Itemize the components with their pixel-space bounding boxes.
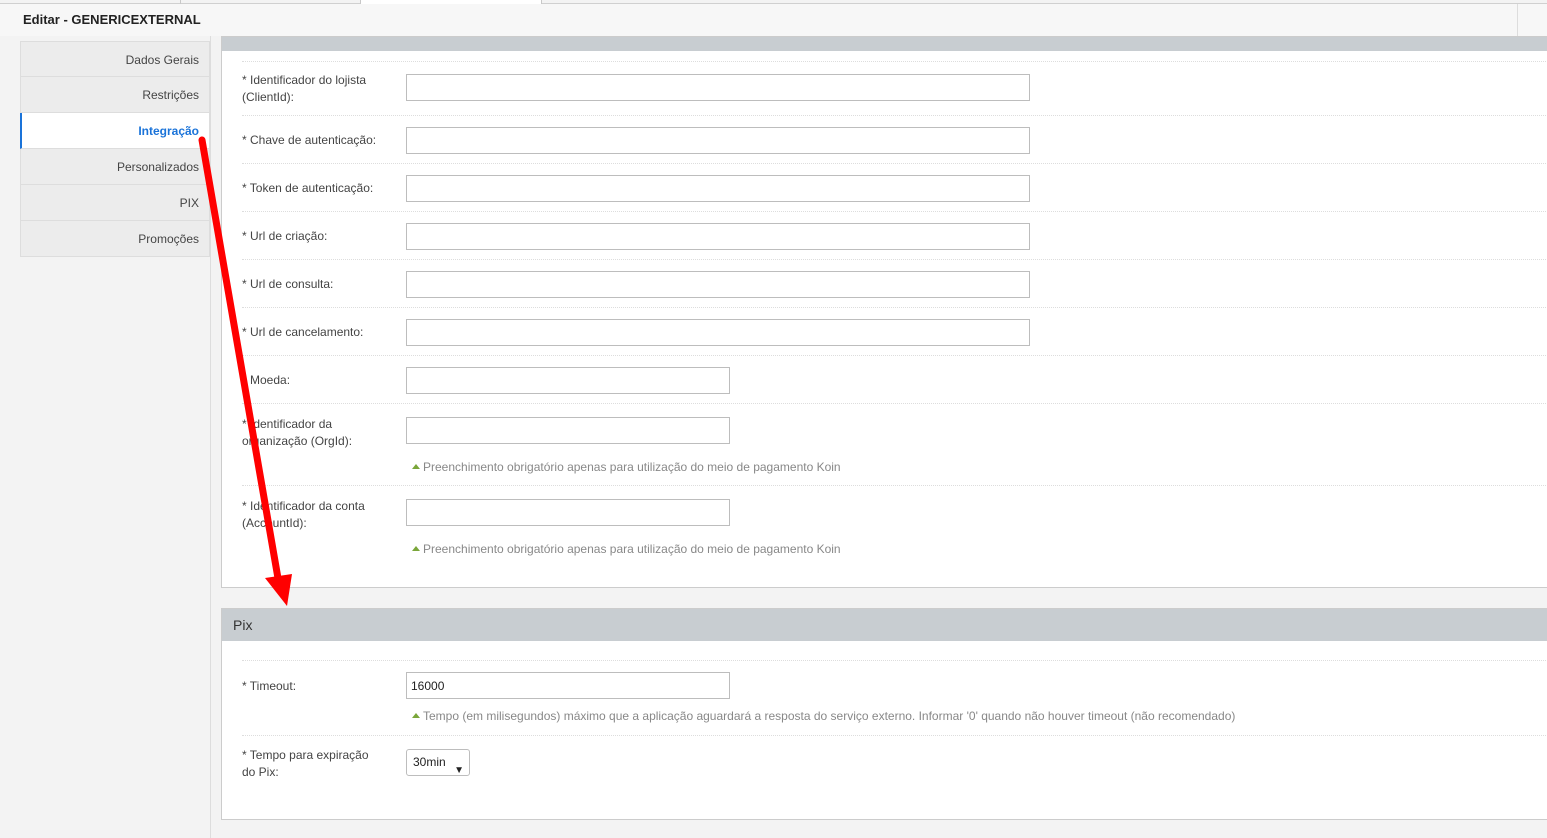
- form-row-currency: * Moeda:: [242, 355, 1547, 403]
- form-row-create-url: * Url de criação:: [242, 211, 1547, 259]
- expiration-select-value: 30min: [413, 755, 446, 769]
- pix-panel: Pix * Timeout: Tempo (em milisegundos) m…: [221, 608, 1547, 820]
- org-id-hint: Preenchimento obrigatório apenas para ut…: [412, 460, 841, 474]
- caret-up-icon: [412, 713, 420, 718]
- currency-input[interactable]: [406, 367, 730, 394]
- sidebar-divider: [210, 36, 211, 838]
- cancel-url-input[interactable]: [406, 319, 1030, 346]
- auth-token-label: * Token de autenticação:: [242, 181, 374, 195]
- form-row-auth-key: * Chave de autenticação:: [242, 115, 1547, 163]
- form-row-query-url: * Url de consulta:: [242, 259, 1547, 307]
- sidebar-item-restricoes[interactable]: Restrições: [20, 77, 210, 113]
- caret-up-icon: [412, 464, 420, 469]
- sidebar-item-personalizados[interactable]: Personalizados: [20, 149, 210, 185]
- account-id-hint-text: Preenchimento obrigatório apenas para ut…: [423, 542, 841, 556]
- cancel-url-label: * Url de cancelamento:: [242, 325, 364, 339]
- account-id-hint: Preenchimento obrigatório apenas para ut…: [412, 542, 841, 556]
- form-row-client-id: * Identificador do lojista (ClientId):: [242, 61, 1547, 115]
- org-id-label: * Identificador da organização (OrgId):: [242, 417, 353, 448]
- pix-panel-title: Pix: [222, 609, 1547, 641]
- caret-up-icon: [412, 546, 420, 551]
- form-row-auth-token: * Token de autenticação:: [242, 163, 1547, 211]
- expiration-select[interactable]: 30min ▼: [406, 749, 470, 776]
- timeout-hint: Tempo (em milisegundos) máximo que a apl…: [412, 709, 1235, 723]
- currency-label: * Moeda:: [242, 373, 291, 387]
- org-id-input[interactable]: [406, 417, 730, 444]
- timeout-input[interactable]: [406, 672, 730, 699]
- query-url-input[interactable]: [406, 271, 1030, 298]
- form-row-account-id: * Identificador da conta (AccountId): Pr…: [242, 485, 1547, 567]
- create-url-input[interactable]: [406, 223, 1030, 250]
- auth-key-label: * Chave de autenticação:: [242, 133, 377, 147]
- header-divider: [1517, 4, 1518, 36]
- form-row-cancel-url: * Url de cancelamento:: [242, 307, 1547, 355]
- integration-panel-header: [222, 37, 1547, 51]
- sidebar-item-pix[interactable]: PIX: [20, 185, 210, 221]
- chevron-down-icon: ▼: [454, 765, 464, 776]
- account-id-label: * Identificador da conta (AccountId):: [242, 499, 365, 530]
- page-title: Editar - GENERICEXTERNAL: [23, 12, 201, 27]
- create-url-label: * Url de criação:: [242, 229, 328, 243]
- timeout-label: * Timeout:: [242, 679, 297, 693]
- sidebar-item-promocoes[interactable]: Promoções: [20, 221, 210, 257]
- form-row-org-id: * Identificador da organização (OrgId): …: [242, 403, 1547, 485]
- timeout-hint-text: Tempo (em milisegundos) máximo que a apl…: [423, 709, 1236, 723]
- org-id-hint-text: Preenchimento obrigatório apenas para ut…: [423, 460, 841, 474]
- account-id-input[interactable]: [406, 499, 730, 526]
- sidebar-item-integracao[interactable]: Integração: [20, 113, 210, 149]
- form-row-expiration: * Tempo para expiração do Pix: 30min ▼: [242, 735, 1547, 795]
- integration-panel: * Identificador do lojista (ClientId): *…: [221, 36, 1547, 588]
- client-id-input[interactable]: [406, 74, 1030, 101]
- page-header: Editar - GENERICEXTERNAL: [0, 4, 1547, 36]
- sidebar-item-dados-gerais[interactable]: Dados Gerais: [20, 41, 210, 77]
- form-row-timeout: * Timeout: Tempo (em milisegundos) máxim…: [242, 660, 1547, 735]
- query-url-label: * Url de consulta:: [242, 277, 334, 291]
- client-id-label: * Identificador do lojista (ClientId):: [242, 73, 367, 104]
- auth-key-input[interactable]: [406, 127, 1030, 154]
- expiration-label: * Tempo para expiração do Pix:: [242, 748, 369, 779]
- sidebar: Dados Gerais Restrições Integração Perso…: [20, 41, 210, 257]
- auth-token-input[interactable]: [406, 175, 1030, 202]
